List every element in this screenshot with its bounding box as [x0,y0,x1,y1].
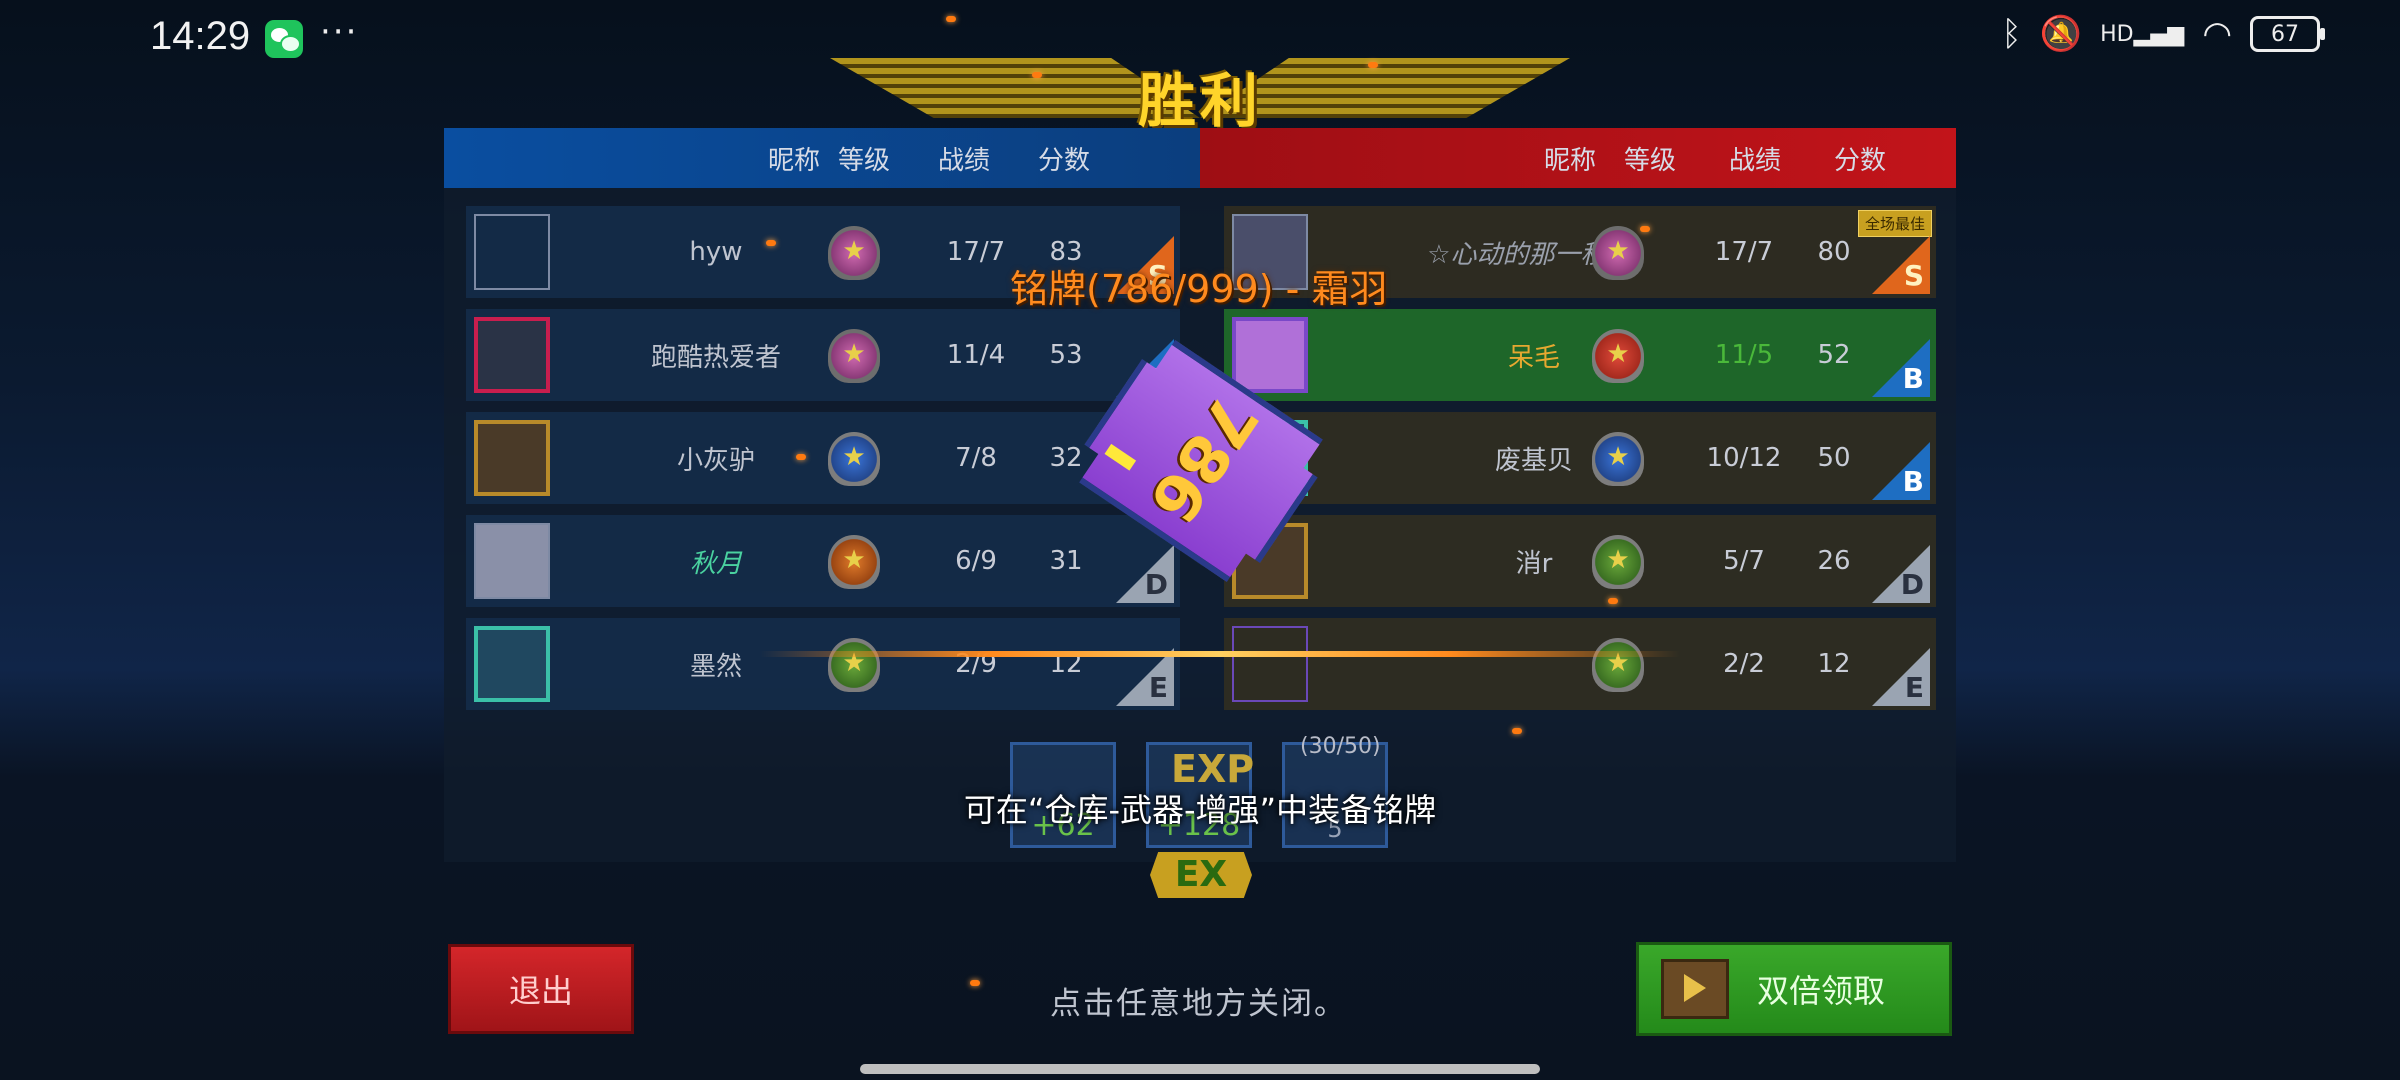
rank-badge-icon [828,638,880,692]
player-score: 53 [1049,340,1083,370]
exit-button[interactable]: 退出 [448,944,634,1034]
player-nick: 小灰驴 [676,445,755,476]
signal-icon: HD▂▄▆ [2100,21,2185,47]
rank-badge-icon [1592,535,1644,589]
spark-effect [766,240,776,246]
spark-effect [1640,226,1650,232]
rank-badge-icon [828,329,880,383]
header-score: 分数 [1037,145,1090,176]
player-score: 52 [1817,340,1851,370]
header-level: 等级 [1623,145,1676,176]
victory-banner: 胜利 [830,48,1570,135]
grade-badge: D [1116,545,1174,603]
rank-badge-icon [828,432,880,486]
player-score: 31 [1049,546,1083,576]
player-score: 80 [1817,237,1851,267]
avatar [474,626,550,702]
rank-badge-icon [828,226,880,280]
laser-effect [760,651,1680,657]
spark-effect [1512,728,1522,734]
video-ad-icon [1661,959,1729,1019]
wechat-icon [265,20,303,58]
player-score: 12 [1817,649,1851,679]
avatar [474,317,550,393]
hd-label: HD [2100,21,2134,47]
player-nick: 秋月 [689,548,742,579]
player-row[interactable]: 墨然 2/9 12 E [466,618,1180,710]
player-record: 17/7 [1714,237,1774,267]
avatar [1232,626,1308,702]
mute-icon: 🔕 [2039,14,2083,54]
spark-effect [946,16,956,22]
spark-effect [1368,62,1378,68]
battery-icon: 67 [2250,16,2325,52]
player-record: 5/7 [1723,546,1765,576]
rank-badge-icon [828,535,880,589]
header-record: 战绩 [937,145,990,176]
player-row[interactable]: 跑酷热爱者 11/4 53 B [466,309,1180,401]
blue-team-header: 昵称 等级 战绩 分数 [444,128,1200,188]
player-record: 6/9 [955,546,997,576]
player-row[interactable]: 2/2 12 E [1224,618,1936,710]
red-team-header: 昵称 等级 战绩 分数 [1200,128,1956,188]
rank-badge-icon [1592,432,1644,486]
player-row[interactable]: 消r 5/7 26 D [1224,515,1936,607]
grade-badge: S [1872,236,1930,294]
rank-badge-icon [1592,226,1644,280]
spark-effect [970,980,980,986]
grade-badge: B [1872,442,1930,500]
status-time: 14:29 [150,14,251,58]
player-score: 26 [1817,546,1851,576]
player-score: 50 [1817,443,1851,473]
player-nick: hyw [689,237,743,267]
header-score: 分数 [1833,145,1886,176]
ex-badge: EX [1150,852,1252,898]
avatar [474,420,550,496]
progress-count: (30/50) [1300,734,1381,759]
bluetooth-icon: ᛒ [2001,14,2022,54]
rank-badge-icon [1592,638,1644,692]
equip-hint: 可在“仓库-武器-增强”中装备铭牌 [963,791,1437,829]
double-reward-button[interactable]: 双倍领取 [1636,942,1952,1036]
mvp-tag: 全场最佳 [1857,210,1932,237]
grade-badge: D [1872,545,1930,603]
system-icons: ᛒ 🔕 HD▂▄▆ ◠ 67 [2001,14,2325,54]
header-record: 战绩 [1728,145,1781,176]
avatar [474,523,550,599]
spark-effect [1608,598,1618,604]
player-nick: 跑酷热爱者 [650,342,781,373]
wifi-icon: ◠ [2202,14,2232,54]
nameplate-title: 铭牌(786/999) - 霜羽 [1010,267,1388,311]
player-record: 7/8 [955,443,997,473]
victory-title: 胜利 [1137,67,1262,135]
grade-badge: E [1872,648,1930,706]
avatar [1232,317,1308,393]
avatar [474,214,550,290]
player-row[interactable]: 秋月 6/9 31 D [466,515,1180,607]
close-hint: 点击任意地方关闭。 [1050,986,1347,1022]
player-record: 11/5 [1714,340,1774,370]
player-row[interactable]: 小灰驴 7/8 32 D [466,412,1180,504]
player-row-self[interactable]: 呆毛 11/5 52 B [1224,309,1936,401]
rank-badge-icon [1592,329,1644,383]
medal-bar [1105,444,1137,471]
player-row[interactable]: 废基贝 10/12 50 B [1224,412,1936,504]
double-reward-label: 双倍领取 [1757,972,1886,1010]
header-level: 等级 [837,145,890,176]
spark-effect [1032,72,1042,78]
grade-badge: B [1872,339,1930,397]
player-record: 2/2 [1723,649,1765,679]
more-icon: ··· [320,12,359,52]
home-indicator[interactable] [860,1064,1540,1074]
player-record: 10/12 [1706,443,1782,473]
player-record: 11/4 [946,340,1006,370]
spark-effect [796,454,806,460]
